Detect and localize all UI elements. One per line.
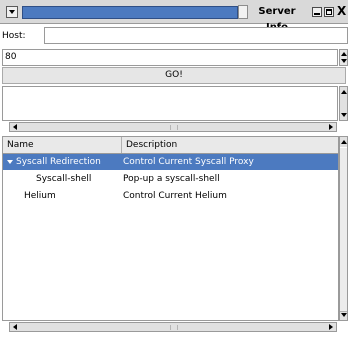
column-header-description[interactable]: Description — [122, 137, 338, 153]
port-spinner[interactable] — [339, 49, 348, 66]
scroll-up-icon[interactable] — [341, 140, 347, 144]
row-description: Pop-up a syscall-shell — [123, 174, 220, 184]
window-menu-icon[interactable] — [6, 6, 18, 18]
tree-row[interactable]: Syscall Redirection Control Current Sysc… — [3, 154, 338, 170]
scroll-thumb[interactable] — [340, 147, 347, 312]
output-vertical-scrollbar[interactable] — [339, 86, 348, 121]
tree-row[interactable]: Helium Control Current Helium — [3, 188, 338, 204]
close-icon[interactable]: X — [337, 3, 348, 19]
port-input[interactable]: 80 — [2, 49, 338, 66]
window-title: Server Info — [258, 6, 296, 33]
scroll-right-icon[interactable] — [329, 124, 333, 130]
tree-horizontal-scrollbar[interactable] — [9, 322, 337, 332]
host-label: Host: — [2, 31, 26, 41]
scroll-left-icon[interactable] — [13, 324, 17, 330]
spin-down-icon[interactable] — [341, 59, 347, 63]
tree-header: Name Description — [3, 137, 338, 154]
scroll-up-icon[interactable] — [341, 90, 347, 94]
scroll-down-icon[interactable] — [341, 313, 347, 317]
row-name: Helium — [24, 191, 56, 201]
minimize-icon[interactable] — [312, 7, 322, 17]
go-button[interactable]: GO! — [2, 67, 346, 84]
scroll-grip-icon[interactable] — [170, 325, 178, 330]
row-description: Control Current Helium — [123, 191, 227, 201]
title-drag-area[interactable] — [22, 6, 238, 19]
row-name: Syscall-shell — [36, 174, 92, 184]
scroll-left-icon[interactable] — [13, 124, 17, 130]
row-name: Syscall Redirection — [16, 157, 101, 167]
modules-tree[interactable]: Name Description Syscall Redirection Con… — [2, 136, 339, 321]
output-horizontal-scrollbar[interactable] — [9, 122, 337, 132]
output-text-area[interactable] — [2, 86, 338, 121]
column-header-name[interactable]: Name — [3, 137, 122, 153]
maximize-icon[interactable] — [324, 7, 334, 17]
tree-vertical-scrollbar[interactable] — [339, 136, 348, 321]
scroll-right-icon[interactable] — [329, 324, 333, 330]
host-input[interactable] — [44, 27, 348, 44]
tree-row[interactable]: Syscall-shell Pop-up a syscall-shell — [3, 171, 338, 187]
scroll-corner — [2, 122, 9, 132]
scroll-down-icon[interactable] — [341, 113, 347, 117]
spin-up-icon[interactable] — [341, 52, 347, 56]
expand-arrow-icon[interactable] — [7, 160, 13, 164]
scroll-grip-icon[interactable] — [170, 125, 178, 130]
title-shade-button[interactable] — [238, 5, 248, 19]
row-description: Control Current Syscall Proxy — [123, 157, 254, 167]
